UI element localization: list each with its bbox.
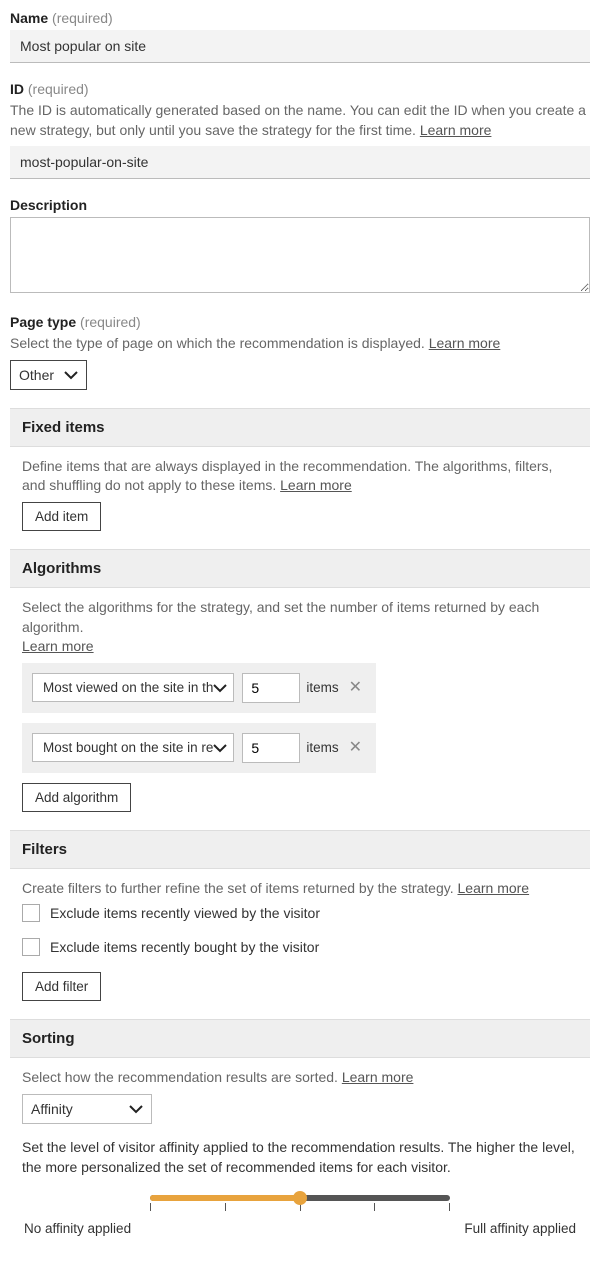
page-type-select[interactable]: Other bbox=[10, 360, 87, 390]
algorithm-row: Most bought on the site in recent items … bbox=[22, 723, 376, 773]
page-type-label-row: Page type (required) bbox=[10, 314, 590, 330]
add-algorithm-button[interactable]: Add algorithm bbox=[22, 783, 131, 812]
fixed-items-help: Define items that are always displayed i… bbox=[22, 457, 578, 496]
name-required: (required) bbox=[52, 10, 113, 26]
filter-option-label: Exclude items recently viewed by the vis… bbox=[50, 905, 320, 921]
filter-checkbox[interactable] bbox=[22, 904, 40, 922]
affinity-help: Set the level of visitor affinity applie… bbox=[22, 1138, 578, 1177]
page-type-select-text: Other bbox=[19, 367, 54, 383]
algorithms-header: Algorithms bbox=[10, 549, 590, 588]
add-item-button[interactable]: Add item bbox=[22, 502, 101, 531]
page-type-help: Select the type of page on which the rec… bbox=[10, 334, 590, 354]
fixed-items-header: Fixed items bbox=[10, 408, 590, 447]
sorting-help-text: Select how the recommendation results ar… bbox=[22, 1069, 338, 1085]
chevron-down-icon bbox=[213, 743, 227, 753]
filter-checkbox[interactable] bbox=[22, 938, 40, 956]
remove-algorithm-button[interactable]: ✕ bbox=[345, 680, 366, 696]
sorting-learn-more-link[interactable]: Learn more bbox=[342, 1069, 414, 1085]
sorting-select[interactable]: Affinity bbox=[22, 1094, 152, 1124]
algorithm-unit-label: items bbox=[306, 680, 338, 695]
slider-tick bbox=[225, 1203, 226, 1211]
affinity-slider-wrap bbox=[150, 1195, 450, 1211]
name-field-group: Name (required) bbox=[10, 10, 590, 63]
slider-tick bbox=[449, 1203, 450, 1211]
name-label: Name bbox=[10, 10, 48, 26]
description-label-row: Description bbox=[10, 197, 590, 213]
algorithm-select-text: Most bought on the site in recent bbox=[43, 740, 213, 755]
affinity-slider-labels: No affinity applied Full affinity applie… bbox=[22, 1221, 578, 1236]
affinity-slider-fill bbox=[150, 1195, 300, 1201]
filters-header: Filters bbox=[10, 830, 590, 869]
description-field-group: Description bbox=[10, 197, 590, 296]
algorithms-learn-more-link[interactable]: Learn more bbox=[22, 638, 94, 654]
id-help: The ID is automatically generated based … bbox=[10, 101, 590, 140]
algorithms-help-text: Select the algorithms for the strategy, … bbox=[22, 599, 539, 635]
algorithms-body: Select the algorithms for the strategy, … bbox=[10, 598, 590, 830]
algorithm-count-input[interactable] bbox=[242, 733, 300, 763]
algorithm-count-input[interactable] bbox=[242, 673, 300, 703]
page-type-required: (required) bbox=[80, 314, 141, 330]
slider-tick bbox=[150, 1203, 151, 1211]
filter-option-label: Exclude items recently bought by the vis… bbox=[50, 939, 319, 955]
id-learn-more-link[interactable]: Learn more bbox=[420, 122, 492, 138]
close-icon: ✕ bbox=[349, 739, 362, 756]
id-label-row: ID (required) bbox=[10, 81, 590, 97]
chevron-down-icon bbox=[213, 683, 227, 693]
name-input[interactable] bbox=[10, 30, 590, 63]
affinity-slider[interactable] bbox=[150, 1195, 450, 1201]
chevron-down-icon bbox=[129, 1104, 143, 1114]
id-help-text: The ID is automatically generated based … bbox=[10, 102, 586, 138]
algorithms-help: Select the algorithms for the strategy, … bbox=[22, 598, 578, 657]
page-type-help-text: Select the type of page on which the rec… bbox=[10, 335, 425, 351]
filter-option-row: Exclude items recently bought by the vis… bbox=[22, 938, 578, 956]
name-label-row: Name (required) bbox=[10, 10, 590, 26]
add-filter-button[interactable]: Add filter bbox=[22, 972, 101, 1001]
sorting-help: Select how the recommendation results ar… bbox=[22, 1068, 578, 1088]
description-textarea[interactable] bbox=[10, 217, 590, 293]
id-field-group: ID (required) The ID is automatically ge… bbox=[10, 81, 590, 179]
filter-option-row: Exclude items recently viewed by the vis… bbox=[22, 904, 578, 922]
slider-tick bbox=[374, 1203, 375, 1211]
page-type-learn-more-link[interactable]: Learn more bbox=[429, 335, 501, 351]
sorting-header: Sorting bbox=[10, 1019, 590, 1058]
algorithm-select[interactable]: Most bought on the site in recent bbox=[32, 733, 234, 762]
description-label: Description bbox=[10, 197, 87, 213]
algorithm-select-text: Most viewed on the site in the past bbox=[43, 680, 213, 695]
page-type-field-group: Page type (required) Select the type of … bbox=[10, 314, 590, 390]
algorithm-row: Most viewed on the site in the past item… bbox=[22, 663, 376, 713]
page-type-label: Page type bbox=[10, 314, 76, 330]
algorithm-unit-label: items bbox=[306, 740, 338, 755]
algorithm-select[interactable]: Most viewed on the site in the past bbox=[32, 673, 234, 702]
filters-learn-more-link[interactable]: Learn more bbox=[458, 880, 530, 896]
close-icon: ✕ bbox=[349, 679, 362, 696]
affinity-max-label: Full affinity applied bbox=[464, 1221, 576, 1236]
remove-algorithm-button[interactable]: ✕ bbox=[345, 740, 366, 756]
filters-body: Create filters to further refine the set… bbox=[10, 879, 590, 1020]
sorting-body: Select how the recommendation results ar… bbox=[10, 1068, 590, 1254]
id-required: (required) bbox=[28, 81, 89, 97]
affinity-min-label: No affinity applied bbox=[24, 1221, 131, 1236]
id-label: ID bbox=[10, 81, 24, 97]
filters-help: Create filters to further refine the set… bbox=[22, 879, 578, 899]
chevron-down-icon bbox=[64, 370, 78, 380]
fixed-items-learn-more-link[interactable]: Learn more bbox=[280, 477, 352, 493]
id-input[interactable] bbox=[10, 146, 590, 179]
fixed-items-body: Define items that are always displayed i… bbox=[10, 457, 590, 549]
filters-help-text: Create filters to further refine the set… bbox=[22, 880, 454, 896]
sorting-select-text: Affinity bbox=[31, 1101, 73, 1117]
